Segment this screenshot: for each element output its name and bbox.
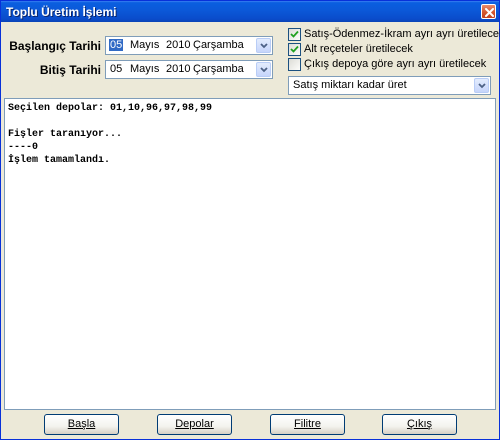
chevron-down-icon [260, 67, 268, 73]
chevron-down-icon [478, 83, 486, 89]
checkbox-separate-sales[interactable] [288, 28, 301, 41]
window-title: Toplu Üretim İşlemi [6, 5, 117, 19]
end-date-picker[interactable]: 05 Mayıs 2010 Çarşamba [105, 60, 273, 79]
production-mode-dropdown-button[interactable] [474, 78, 489, 93]
log-line: ----0 [8, 142, 39, 153]
chevron-down-icon [260, 43, 268, 49]
end-date-dropdown-button[interactable] [256, 62, 271, 77]
filter-button[interactable]: Filitre [270, 414, 345, 435]
end-date-month[interactable]: Mayıs [130, 63, 159, 75]
production-mode-value: Satış miktarı kadar üret [293, 79, 407, 91]
log-output-area[interactable]: Seçilen depolar: 01,10,96,97,98,99 Fişle… [4, 98, 496, 410]
start-date-dropdown-button[interactable] [256, 38, 271, 53]
checkbox-sub-recipes[interactable] [288, 43, 301, 56]
checkmark-icon [290, 30, 299, 38]
depots-button[interactable]: Depolar [157, 414, 232, 435]
end-date-day[interactable]: 05 [110, 63, 122, 75]
depots-button-label: Depolar [175, 418, 214, 430]
start-date-year[interactable]: 2010 [166, 39, 190, 51]
close-button[interactable] [481, 4, 496, 19]
checkbox-by-exit-depot[interactable] [288, 58, 301, 71]
end-date-year[interactable]: 2010 [166, 63, 190, 75]
start-date-label: Başlangıç Tarihi [9, 39, 101, 53]
end-date-label: Bitiş Tarihi [39, 63, 101, 77]
start-button[interactable]: Başla [44, 414, 119, 435]
production-mode-select[interactable]: Satış miktarı kadar üret [288, 76, 491, 95]
exit-button-label: Çıkış [406, 418, 433, 430]
start-date-picker[interactable]: 05 Mayıs 2010 Çarşamba [105, 36, 273, 55]
checkbox-label-sub-recipes: Alt reçeteler üretilecek [304, 43, 413, 55]
end-date-weekday: Çarşamba [193, 63, 244, 75]
checkbox-label-separate-sales: Satış-Ödenmez-İkram ayrı ayrı üretilecek [304, 28, 500, 40]
start-button-label: Başla [67, 418, 96, 430]
filter-button-label: Filitre [294, 418, 321, 430]
dialog-window: Toplu Üretim İşlemi Başlangıç Tarihi 05 … [0, 0, 500, 440]
log-line: İşlem tamamlandı. [8, 155, 111, 166]
title-bar[interactable]: Toplu Üretim İşlemi [1, 1, 499, 22]
checkmark-icon [290, 45, 299, 53]
log-line: Seçilen depolar: 01,10,96,97,98,99 [8, 103, 213, 114]
start-date-month[interactable]: Mayıs [130, 39, 159, 51]
close-x-icon [485, 8, 494, 17]
exit-button[interactable]: Çıkış [382, 414, 457, 435]
log-line: Fişler taranıyor... [8, 129, 123, 140]
start-date-weekday: Çarşamba [193, 39, 244, 51]
checkbox-label-by-exit-depot: Çıkış depoya göre ayrı ayrı üretilecek [304, 58, 487, 70]
start-date-day[interactable]: 05 [109, 39, 124, 51]
